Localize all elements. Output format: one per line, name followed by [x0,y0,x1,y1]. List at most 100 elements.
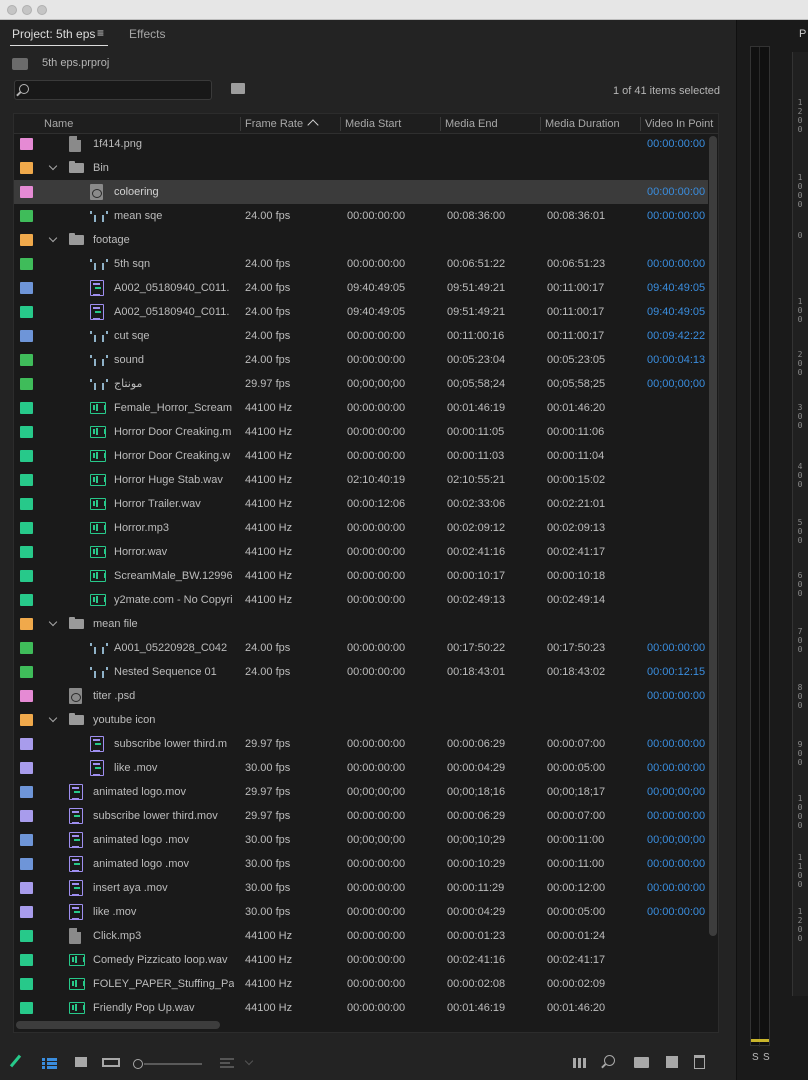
freeform-view-icon[interactable] [102,1058,120,1067]
table-row[interactable]: y2mate.com - No Copyri 44100 Hz 00:00:00:0… [14,588,708,612]
video-in-point-value[interactable]: 00:00:00:00 [647,252,705,276]
label-color-swatch[interactable] [20,402,33,414]
label-color-swatch[interactable] [20,666,33,678]
label-color-swatch[interactable] [20,930,33,942]
bin-row[interactable]: youtube icon [14,708,708,732]
table-row[interactable]: 5th sqn 24.00 fps 00:00:00:00 00:06:51:22 00… [14,252,708,276]
label-color-swatch[interactable] [20,450,33,462]
column-divider[interactable] [640,117,641,131]
table-row[interactable]: Horror Door Creaking.m 44100 Hz 00:00:00:0… [14,420,708,444]
label-color-swatch[interactable] [20,186,33,198]
table-row[interactable]: FOLEY_PAPER_Stuffing_Pap 44100 Hz 00:00:00… [14,972,708,996]
label-color-swatch[interactable] [20,618,33,630]
label-color-swatch[interactable] [20,378,33,390]
project-item-list[interactable]: Name Frame Rate Media Start Media End Me… [13,113,719,1033]
column-header-media-end[interactable]: Media End [445,114,498,134]
label-color-swatch[interactable] [20,138,33,150]
automate-to-sequence-icon[interactable] [573,1058,588,1068]
label-color-swatch[interactable] [20,546,33,558]
table-row[interactable]: animated logo .mov 30.00 fps 00;00;00;00 00… [14,828,708,852]
video-in-point-value[interactable]: 00:00:00:00 [647,756,705,780]
disclosure-chevron-icon[interactable] [48,161,58,171]
sort-icons-icon[interactable] [220,1058,234,1068]
table-row[interactable]: titer .psd 00:00:00:00 [14,684,708,708]
label-color-swatch[interactable] [20,834,33,846]
table-row[interactable]: A002_05180940_C011. 24.00 fps 09:40:49:05 0… [14,276,708,300]
tab-effects[interactable]: Effects [129,27,165,41]
video-in-point-value[interactable]: 09:40:49:05 [647,300,705,324]
table-row[interactable]: A001_05220928_C042 24.00 fps 00:00:00:00 00… [14,636,708,660]
vertical-scrollbar[interactable] [708,136,718,1030]
table-row[interactable]: Nested Sequence 01 24.00 fps 00:00:00:00 00… [14,660,708,684]
zoom-window-button[interactable] [37,5,47,15]
label-color-swatch[interactable] [20,474,33,486]
zoom-slider-knob[interactable] [133,1059,143,1069]
video-in-point-value[interactable]: 00:00:00:00 [647,684,705,708]
label-color-swatch[interactable] [20,714,33,726]
label-color-swatch[interactable] [20,978,33,990]
video-in-point-value[interactable]: 00:00:00:00 [647,732,705,756]
label-color-swatch[interactable] [20,498,33,510]
table-row[interactable]: like .mov 30.00 fps 00:00:00:00 00:00:04:29… [14,756,708,780]
table-row[interactable]: Horror.wav 44100 Hz 00:00:00:00 00:02:41:16… [14,540,708,564]
horizontal-scroll-thumb[interactable] [16,1021,220,1029]
label-color-swatch[interactable] [20,1002,33,1014]
table-row[interactable]: Click.mp3 44100 Hz 00:00:00:00 00:00:01:23 0… [14,924,708,948]
icon-view-icon[interactable] [75,1057,87,1067]
table-row[interactable]: 1f414.png 00:00:00:00 [14,132,708,156]
video-in-point-value[interactable]: 00:00:00:00 [647,804,705,828]
label-color-swatch[interactable] [20,858,33,870]
horizontal-scrollbar[interactable] [16,1020,706,1030]
video-in-point-value[interactable]: 00:00:04:13 [647,348,705,372]
table-row[interactable]: insert aya .mov 30.00 fps 00:00:00:00 00:00… [14,876,708,900]
table-row[interactable]: Female_Horror_Scream 44100 Hz 00:00:00:00 0… [14,396,708,420]
bin-row[interactable]: mean file [14,612,708,636]
label-color-swatch[interactable] [20,258,33,270]
vertical-scroll-thumb[interactable] [709,136,717,936]
table-row[interactable]: Horror.mp3 44100 Hz 00:00:00:00 00:02:09:12… [14,516,708,540]
column-header-frame-rate[interactable]: Frame Rate [245,114,319,134]
label-color-swatch[interactable] [20,594,33,606]
panel-menu-icon[interactable]: ≡ [97,26,104,40]
label-color-swatch[interactable] [20,786,33,798]
search-input[interactable] [35,83,205,97]
table-row[interactable]: Horror Door Creaking.w 44100 Hz 00:00:00:0… [14,444,708,468]
label-color-swatch[interactable] [20,162,33,174]
label-color-swatch[interactable] [20,426,33,438]
table-row[interactable]: animated logo .mov 30.00 fps 00:00:00:00 00… [14,852,708,876]
label-color-swatch[interactable] [20,954,33,966]
video-in-point-value[interactable]: 00;00;00;00 [647,372,705,396]
column-divider[interactable] [240,117,241,131]
new-bin-icon[interactable] [634,1057,649,1068]
table-row[interactable]: Horror Trailer.wav 44100 Hz 00:00:12:06 00:… [14,492,708,516]
search-box[interactable] [14,80,212,100]
video-in-point-value[interactable]: 00:00:00:00 [647,204,705,228]
video-in-point-value[interactable]: 00;00;00;00 [647,828,705,852]
label-color-swatch[interactable] [20,306,33,318]
label-color-swatch[interactable] [20,354,33,366]
video-in-point-value[interactable]: 00:00:12:15 [647,660,705,684]
disclosure-chevron-icon[interactable] [48,617,58,627]
table-row[interactable]: animated logo.mov 29.97 fps 00;00;00;00 00;… [14,780,708,804]
label-color-swatch[interactable] [20,690,33,702]
label-color-swatch[interactable] [20,762,33,774]
table-row[interactable]: مونتاج 29.97 fps 00;00;00;00 00;05;58;24 00;… [14,372,708,396]
bin-row[interactable]: footage [14,228,708,252]
table-row[interactable]: like .mov 30.00 fps 00:00:00:00 00:00:04:29… [14,900,708,924]
disclosure-chevron-icon[interactable] [48,713,58,723]
column-header-media-start[interactable]: Media Start [345,114,401,134]
minimize-window-button[interactable] [22,5,32,15]
video-in-point-value[interactable]: 00:00:00:00 [647,132,705,156]
table-row[interactable]: Horror Huge Stab.wav 44100 Hz 02:10:40:19 0… [14,468,708,492]
solo-left-button[interactable]: S [752,1052,759,1063]
table-row[interactable]: ScreamMale_BW.12996. 44100 Hz 00:00:00:00 0… [14,564,708,588]
label-color-swatch[interactable] [20,282,33,294]
column-divider[interactable] [340,117,341,131]
video-in-point-value[interactable]: 00:00:00:00 [647,876,705,900]
column-header-name[interactable]: Name [44,114,73,134]
find-icon[interactable] [604,1055,615,1066]
table-row[interactable]: sound 24.00 fps 00:00:00:00 00:05:23:04 00:0… [14,348,708,372]
video-in-point-value[interactable]: 00:00:00:00 [647,636,705,660]
table-row[interactable]: cut sqe 24.00 fps 00:00:00:00 00:11:00:16 00… [14,324,708,348]
disclosure-chevron-icon[interactable] [48,233,58,243]
